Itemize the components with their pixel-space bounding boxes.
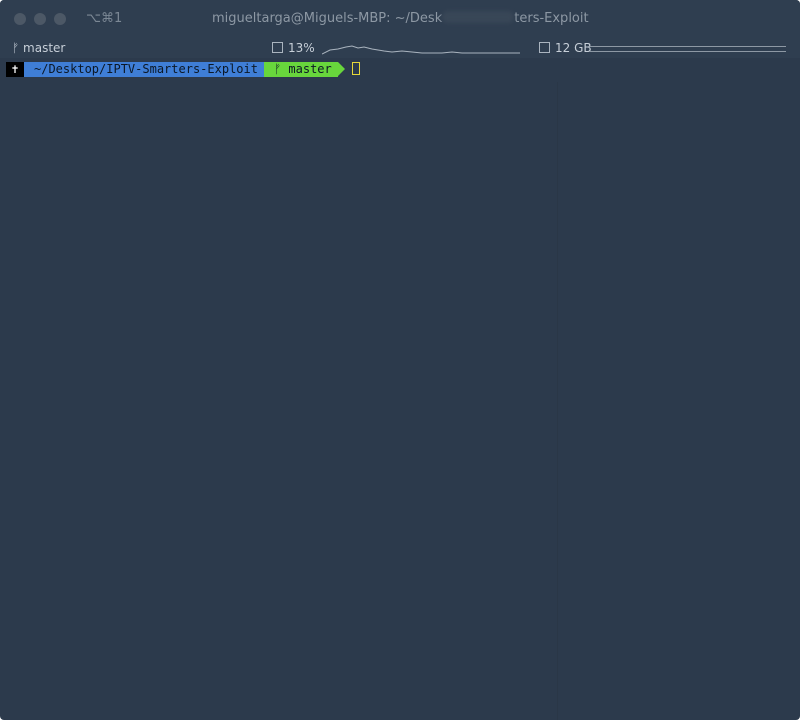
memory-graph bbox=[590, 46, 786, 52]
window-title: migueltarga@Miguels-MBP: ~/Desk ters-Expl… bbox=[212, 11, 589, 26]
prompt-path-segment: ~/Desktop/IPTV-Smarters-Exploit bbox=[24, 62, 271, 77]
memory-usage: 12 GB bbox=[539, 41, 592, 55]
window-title-prefix: migueltarga@Miguels-MBP: ~/Desk bbox=[212, 11, 443, 26]
git-branch-icon: ᚠ bbox=[273, 62, 289, 76]
prompt-path: ~/Desktop/IPTV-Smarters-Exploit bbox=[34, 62, 258, 76]
status-branch-label: master bbox=[23, 41, 66, 55]
status-branch: ᚠ master bbox=[12, 41, 65, 55]
tab-shortcut: ⌥⌘1 bbox=[86, 11, 123, 26]
cpu-usage-label: 13% bbox=[288, 41, 315, 55]
git-branch-icon: ᚠ bbox=[12, 41, 20, 55]
minimize-window-button[interactable] bbox=[34, 13, 46, 25]
cpu-sparkline bbox=[322, 45, 520, 55]
memory-usage-label: 12 GB bbox=[555, 41, 592, 55]
cpu-usage: 13% bbox=[272, 41, 315, 55]
prompt-root-segment: ✝ bbox=[6, 62, 31, 77]
memory-icon bbox=[539, 42, 550, 53]
title-bar[interactable]: ⌥⌘1 migueltarga@Miguels-MBP: ~/Desk ters-… bbox=[0, 0, 800, 38]
prompt-git-segment: ᚠ master bbox=[263, 62, 345, 77]
text-cursor[interactable] bbox=[351, 62, 360, 75]
segment-arrow bbox=[337, 62, 345, 76]
terminal-window: ⌥⌘1 migueltarga@Miguels-MBP: ~/Desk ters-… bbox=[0, 0, 800, 720]
zoom-window-button[interactable] bbox=[54, 13, 66, 25]
redacted-text bbox=[442, 11, 515, 23]
pane-divider bbox=[557, 82, 558, 720]
shell-prompt[interactable]: ✝ ~/Desktop/IPTV-Smarters-Exploit ᚠ master bbox=[6, 62, 360, 77]
prompt-git-branch: master bbox=[288, 62, 332, 76]
window-title-suffix: ters-Exploit bbox=[514, 11, 589, 26]
close-window-button[interactable] bbox=[14, 13, 26, 25]
cpu-icon bbox=[272, 42, 283, 53]
cross-icon: ✝ bbox=[11, 62, 19, 76]
